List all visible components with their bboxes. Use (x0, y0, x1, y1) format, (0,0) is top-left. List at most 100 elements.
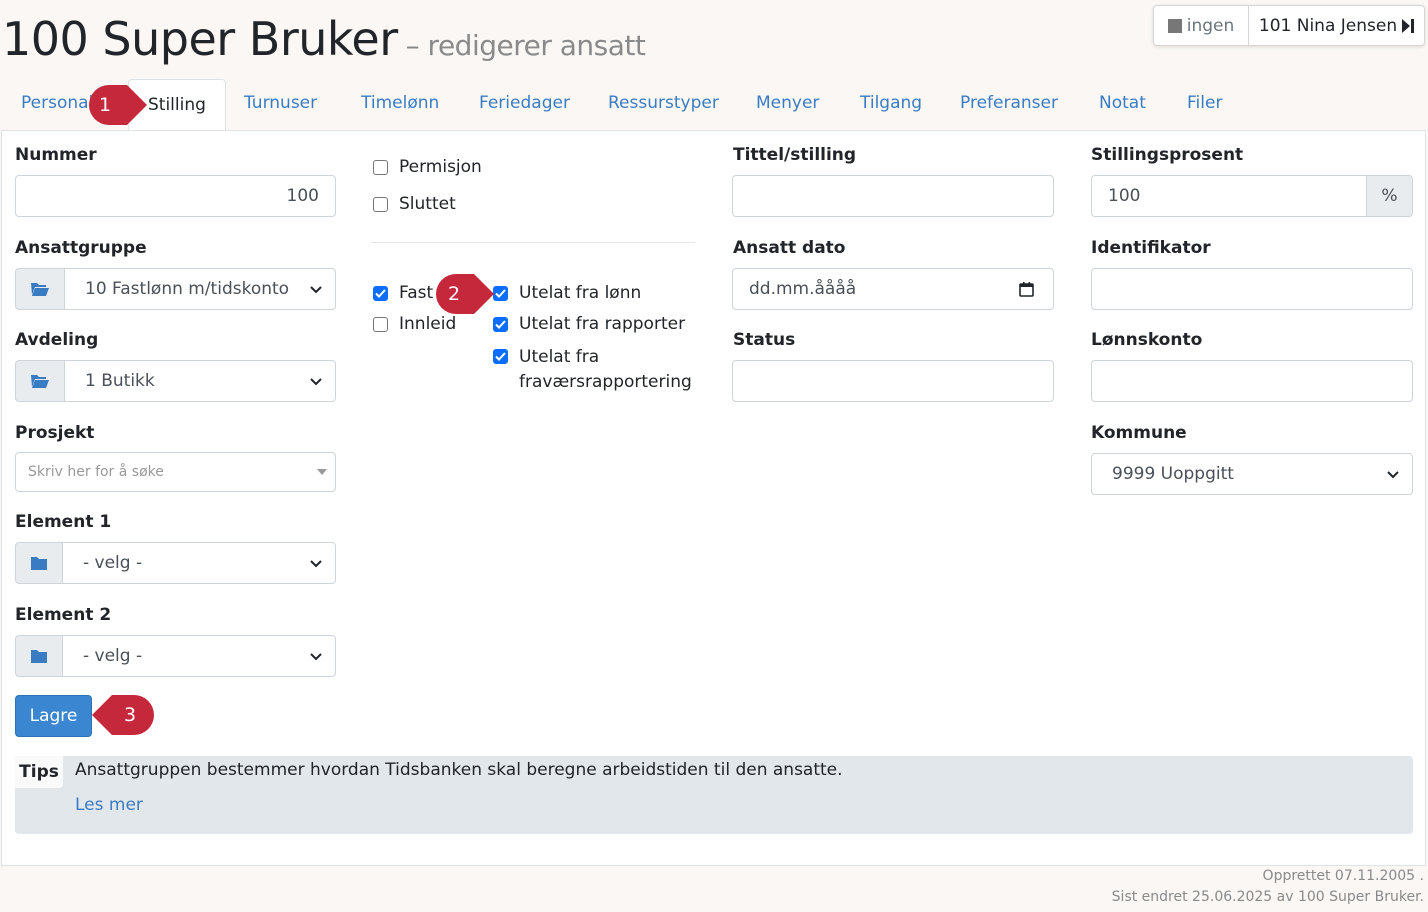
employee-navigator: ingen 101 Nina Jensen (1153, 5, 1425, 46)
ansattgruppe-select[interactable]: 10 Fastlønn m/tidskonto (64, 268, 336, 310)
ansatt-dato-input[interactable]: dd.mm.åååå (732, 268, 1054, 310)
utelat-fravaer-label: Utelat fra fraværsrapportering (519, 345, 692, 395)
stillingsprosent-value: 100 (1108, 186, 1141, 206)
kommune-label: Kommune (1091, 423, 1187, 443)
avdeling-browse-button[interactable] (15, 360, 65, 402)
created-info: Opprettet 07.11.2005 . (1262, 868, 1424, 884)
checkbox-unchecked (373, 159, 388, 175)
chevron-down-icon (310, 560, 322, 568)
element2-select[interactable]: - velg - (62, 635, 336, 677)
no-employee-button[interactable]: ingen (1154, 6, 1249, 45)
chevron-down-icon (310, 653, 322, 661)
page-subtitle: – redigerer ansatt (405, 29, 646, 62)
lonnskonto-label: Lønnskonto (1091, 330, 1203, 350)
folder-open-icon (31, 283, 49, 296)
status-input[interactable] (732, 360, 1054, 402)
save-button[interactable]: Lagre (15, 695, 92, 737)
step-marker-3: 3 (92, 694, 160, 736)
step-marker-1: 1 (79, 84, 147, 126)
identifikator-label: Identifikator (1091, 238, 1211, 258)
read-more-link[interactable]: Les mer (75, 795, 143, 815)
nummer-label: Nummer (15, 145, 97, 165)
tab-filer[interactable]: Filer (1187, 93, 1222, 113)
kommune-value: 9999 Uoppgitt (1112, 464, 1234, 484)
prosjekt-label: Prosjekt (15, 423, 95, 443)
element2-browse-button[interactable] (15, 635, 63, 677)
permisjon-checkbox[interactable]: Permisjon (373, 157, 482, 177)
element1-value: - velg - (83, 553, 143, 573)
check-icon (373, 285, 388, 301)
tab-notat[interactable]: Notat (1099, 93, 1146, 113)
utelat-lonn-checkbox[interactable]: Utelat fra lønn (493, 283, 641, 303)
ansattgruppe-label: Ansattgruppe (15, 238, 147, 258)
folder-icon (31, 556, 47, 570)
divider (371, 242, 695, 243)
utelat-fravaer-checkbox[interactable]: Utelat fra fraværsrapportering (493, 345, 692, 395)
element1-browse-button[interactable] (15, 542, 63, 584)
avdeling-select[interactable]: 1 Butikk (64, 360, 336, 402)
avdeling-label: Avdeling (15, 330, 99, 350)
tab-ressurstyper[interactable]: Ressurstyper (608, 93, 719, 113)
nummer-input[interactable]: 100 (15, 175, 336, 217)
tips-box: Tips Ansattgruppen bestemmer hvordan Tid… (15, 756, 1413, 834)
utelat-fravaer-line2: fraværsrapportering (519, 372, 692, 392)
ansatt-dato-label: Ansatt dato (733, 238, 846, 258)
tab-timelonn[interactable]: Timelønn (361, 93, 439, 113)
tab-turnuser[interactable]: Turnuser (244, 93, 317, 113)
stillingsprosent-label: Stillingsprosent (1091, 145, 1244, 165)
step-marker-1-label: 1 (98, 94, 112, 116)
caret-down-icon (317, 469, 327, 475)
tittel-label: Tittel/stilling (733, 145, 857, 165)
status-label: Status (733, 330, 796, 350)
tab-feriedager[interactable]: Feriedager (479, 93, 570, 113)
chevron-down-icon (310, 286, 322, 294)
innleid-checkbox[interactable]: Innleid (373, 314, 456, 334)
check-icon (493, 349, 508, 364)
element1-select[interactable]: - velg - (62, 542, 336, 584)
tab-menyer[interactable]: Menyer (756, 93, 819, 113)
step-marker-3-label: 3 (123, 704, 137, 726)
lonnskonto-input[interactable] (1091, 360, 1413, 402)
check-icon (493, 285, 508, 301)
innleid-label: Innleid (399, 314, 457, 334)
no-employee-label: ingen (1186, 15, 1235, 36)
utelat-rapporter-checkbox[interactable]: Utelat fra rapporter (493, 314, 685, 334)
step-marker-2-label: 2 (447, 283, 461, 305)
kommune-select[interactable]: 9999 Uoppgitt (1091, 453, 1413, 495)
tips-tag: Tips (15, 756, 63, 788)
next-employee-label: 101 Nina Jensen (1258, 15, 1398, 36)
utelat-fravaer-line1: Utelat fra (519, 347, 600, 367)
skip-forward-icon (1402, 18, 1415, 33)
tips-text: Ansattgruppen bestemmer hvordan Tidsbank… (75, 760, 843, 780)
permisjon-label: Permisjon (399, 157, 482, 177)
utelat-rapporter-label: Utelat fra rapporter (519, 314, 686, 334)
prosjekt-search-select[interactable]: Skriv her for å søke (15, 452, 336, 492)
avdeling-value: 1 Butikk (85, 371, 155, 391)
next-employee-button[interactable]: 101 Nina Jensen (1249, 6, 1424, 45)
folder-open-icon (31, 375, 49, 388)
element2-value: - velg - (83, 646, 143, 666)
calendar-icon[interactable] (1019, 282, 1034, 297)
page-title: 100 Super Bruker – redigerer ansatt (2, 12, 646, 66)
fast-checkbox[interactable]: Fast (373, 283, 433, 303)
ansatt-dato-placeholder: dd.mm.åååå (749, 279, 857, 299)
step-marker-2: 2 (426, 273, 494, 315)
sluttet-label: Sluttet (399, 194, 456, 214)
tab-preferanser[interactable]: Preferanser (960, 93, 1058, 113)
percent-addon: % (1366, 175, 1413, 217)
nummer-value: 100 (286, 186, 319, 206)
element2-label: Element 2 (15, 605, 112, 625)
tab-tilgang[interactable]: Tilgang (860, 93, 922, 113)
element1-label: Element 1 (15, 512, 112, 532)
tab-bar: Personalia Stilling Turnuser Timelønn Fe… (0, 79, 1428, 131)
tittel-input[interactable] (732, 175, 1054, 217)
prosjekt-placeholder: Skriv her for å søke (28, 464, 164, 480)
stillingsprosent-input[interactable]: 100 (1091, 175, 1367, 217)
page-title-text: 100 Super Bruker (2, 12, 398, 66)
sluttet-checkbox[interactable]: Sluttet (373, 194, 456, 214)
chevron-down-icon (310, 378, 322, 386)
ansattgruppe-value: 10 Fastlønn m/tidskonto (85, 279, 290, 299)
checkbox-unchecked (373, 316, 388, 332)
ansattgruppe-browse-button[interactable] (15, 268, 65, 310)
identifikator-input[interactable] (1091, 268, 1413, 310)
